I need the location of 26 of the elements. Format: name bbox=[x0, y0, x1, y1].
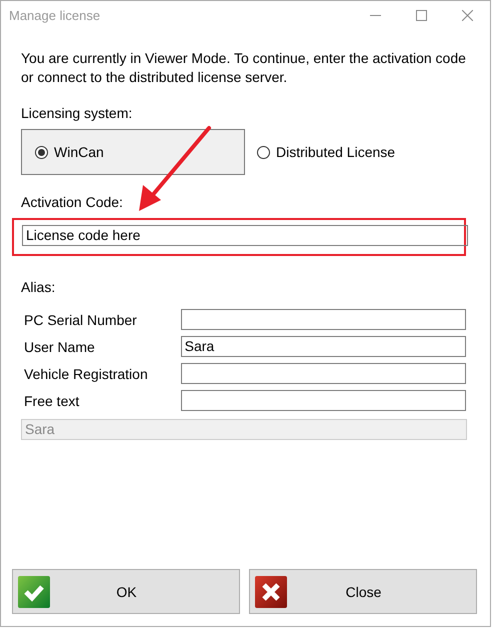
alias-preview-field: Sara bbox=[21, 419, 467, 440]
field-label: Vehicle Registration bbox=[23, 366, 149, 382]
section-label: Alias: bbox=[21, 278, 56, 296]
close-button[interactable]: Close bbox=[249, 569, 477, 614]
input-field[interactable] bbox=[180, 390, 466, 411]
field-label: PC Serial Number bbox=[23, 312, 138, 328]
radio-button[interactable] bbox=[35, 146, 48, 158]
checkmark-icon bbox=[18, 576, 50, 608]
field-label: User Name bbox=[23, 338, 96, 354]
field-label: Free text bbox=[23, 392, 80, 408]
input-field[interactable] bbox=[180, 363, 466, 384]
radio-button[interactable] bbox=[257, 146, 270, 158]
field-label: Activation Code: bbox=[21, 193, 124, 211]
close-icon bbox=[462, 10, 472, 20]
instruction-text: You are currently in Viewer Mode. To continue, enter the activation code or connect to the distributed license server. bbox=[21, 49, 466, 87]
radio-option[interactable]: Distributed License bbox=[257, 129, 396, 175]
minimize-icon bbox=[370, 14, 380, 16]
input-field[interactable]: License code here bbox=[22, 225, 468, 246]
ok-button[interactable]: OK bbox=[12, 569, 240, 614]
radio-option[interactable]: WinCan bbox=[21, 129, 245, 175]
maximize-icon bbox=[416, 10, 426, 20]
input-field[interactable] bbox=[180, 309, 466, 330]
window-title: Manage license bbox=[9, 8, 102, 22]
section-label: Licensing system: bbox=[21, 104, 134, 122]
x-icon bbox=[255, 576, 287, 608]
input-field[interactable]: Sara bbox=[180, 336, 466, 357]
